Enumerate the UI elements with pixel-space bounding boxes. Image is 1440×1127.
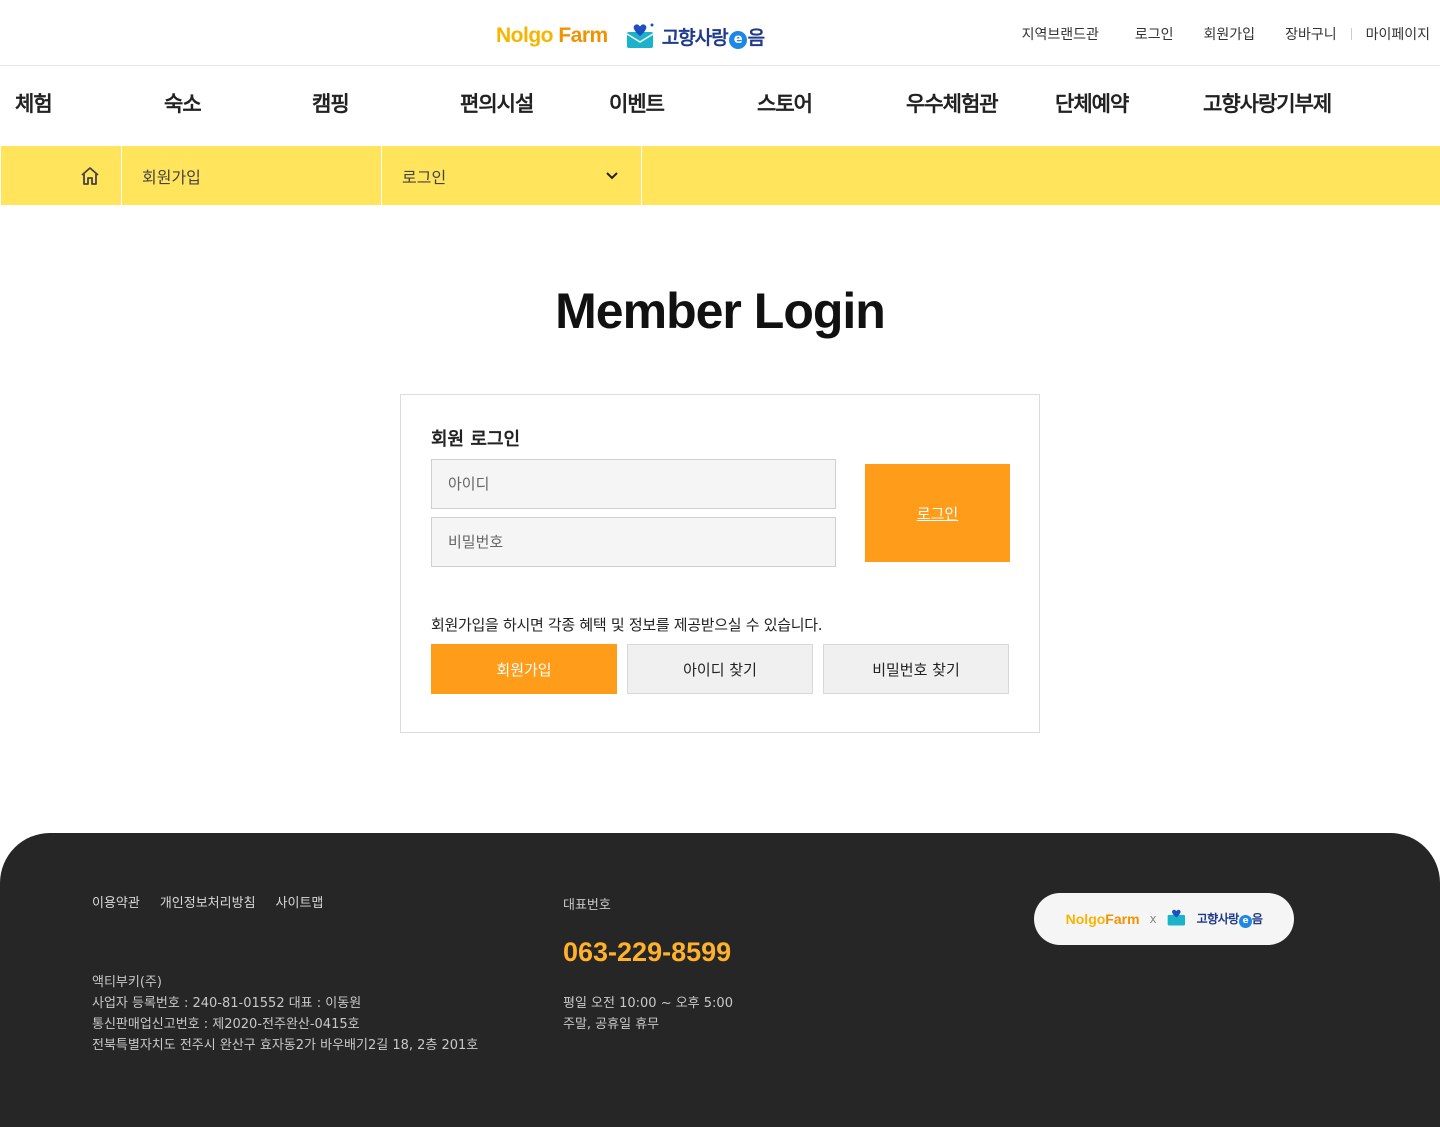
chevron-down-icon bbox=[606, 171, 618, 179]
phone-label: 대표번호 bbox=[563, 898, 611, 913]
footer-links: 이용약관 개인정보처리방침 사이트맵 bbox=[92, 892, 323, 911]
site-logo[interactable]: Nolgo Farm 고향사랑 e 음 bbox=[496, 18, 765, 54]
page-title: Member Login bbox=[555, 283, 886, 339]
home-icon bbox=[80, 166, 99, 185]
business-hours: 평일 오전 10:00 ~ 오후 5:00 주말, 공휴일 휴무 bbox=[563, 996, 733, 1032]
util-join-link[interactable]: 회원가입 bbox=[1204, 24, 1256, 44]
username-input[interactable] bbox=[431, 459, 836, 509]
main-nav: 체험 숙소 캠핑 편의시설 이벤트 스토어 우수체험관 단체예약 고향사랑기부제 bbox=[0, 66, 1440, 146]
util-mypage-link[interactable]: 마이페이지 bbox=[1366, 24, 1430, 44]
footer-logo-x: x bbox=[1149, 912, 1157, 926]
breadcrumb-home[interactable] bbox=[2, 146, 122, 205]
footer-terms-link[interactable]: 이용약관 bbox=[92, 892, 140, 911]
breadcrumb-level2-dropdown[interactable]: 로그인 bbox=[382, 146, 642, 205]
breadcrumb: 회원가입 로그인 bbox=[0, 146, 1440, 205]
login-button[interactable]: 로그인 bbox=[865, 464, 1010, 562]
footer-nolgo-logo: NolgoFarm bbox=[1065, 911, 1140, 927]
nav-hometown-donation[interactable]: 고향사랑기부제 bbox=[1203, 88, 1332, 118]
util-login-link[interactable]: 로그인 bbox=[1135, 24, 1174, 44]
nav-lodging[interactable]: 숙소 bbox=[164, 88, 202, 118]
join-button[interactable]: 회원가입 bbox=[431, 644, 617, 694]
phone-number: 063-229-8599 bbox=[563, 937, 732, 967]
login-form: 회원 로그인 로그인 회원가입을 하시면 각종 혜택 및 정보를 제공받으실 수… bbox=[400, 394, 1040, 733]
footer-privacy-link[interactable]: 개인정보처리방침 bbox=[160, 892, 256, 911]
top-header: Nolgo Farm 고향사랑 e 음 지역브랜드관 로그인 회원가입 장바구니 마… bbox=[0, 0, 1440, 66]
nav-facilities[interactable]: 편의시설 bbox=[460, 88, 534, 118]
nolgo-farm-logo: Nolgo Farm bbox=[496, 24, 608, 47]
util-cart-link[interactable]: 장바구니 bbox=[1285, 24, 1337, 44]
footer-heart-icon bbox=[1167, 908, 1187, 931]
company-info: 액티부키(주) 사업자 등록번호 : 240-81-01552 대표 : 이동원… bbox=[92, 975, 479, 1053]
footer-gohyang-logo: 고향사랑 e 음 bbox=[1196, 912, 1263, 928]
nav-experience[interactable]: 체험 bbox=[15, 88, 53, 118]
login-heading: 회원 로그인 bbox=[431, 429, 521, 450]
nav-best-experience[interactable]: 우수체험관 bbox=[906, 88, 999, 118]
join-info-text: 회원가입을 하시면 각종 혜택 및 정보를 제공받으실 수 있습니다. bbox=[431, 616, 823, 634]
password-input[interactable] bbox=[431, 517, 836, 567]
footer-sitemap-link[interactable]: 사이트맵 bbox=[276, 892, 324, 911]
breadcrumb-level1[interactable]: 회원가입 bbox=[122, 146, 382, 205]
util-brand-link[interactable]: 지역브랜드관 bbox=[1022, 24, 1099, 44]
nav-event[interactable]: 이벤트 bbox=[609, 88, 665, 118]
nav-camping[interactable]: 캠핑 bbox=[312, 88, 350, 118]
nav-store[interactable]: 스토어 bbox=[757, 88, 813, 118]
find-id-button[interactable]: 아이디 찾기 bbox=[627, 644, 813, 694]
footer-logo: NolgoFarm x 고향사랑 e 음 bbox=[1034, 893, 1294, 945]
nav-group-reservation[interactable]: 단체예약 bbox=[1055, 88, 1129, 118]
footer: 이용약관 개인정보처리방침 사이트맵 액티부키(주) 사업자 등록번호 : 24… bbox=[0, 833, 1440, 1127]
gohyang-logo: 고향사랑 e 음 bbox=[661, 26, 765, 49]
heart-envelope-icon bbox=[626, 22, 656, 50]
find-password-button[interactable]: 비밀번호 찾기 bbox=[823, 644, 1009, 694]
util-divider bbox=[1350, 28, 1352, 40]
utility-nav: 지역브랜드관 로그인 회원가입 장바구니 마이페이지 bbox=[1022, 24, 1430, 44]
